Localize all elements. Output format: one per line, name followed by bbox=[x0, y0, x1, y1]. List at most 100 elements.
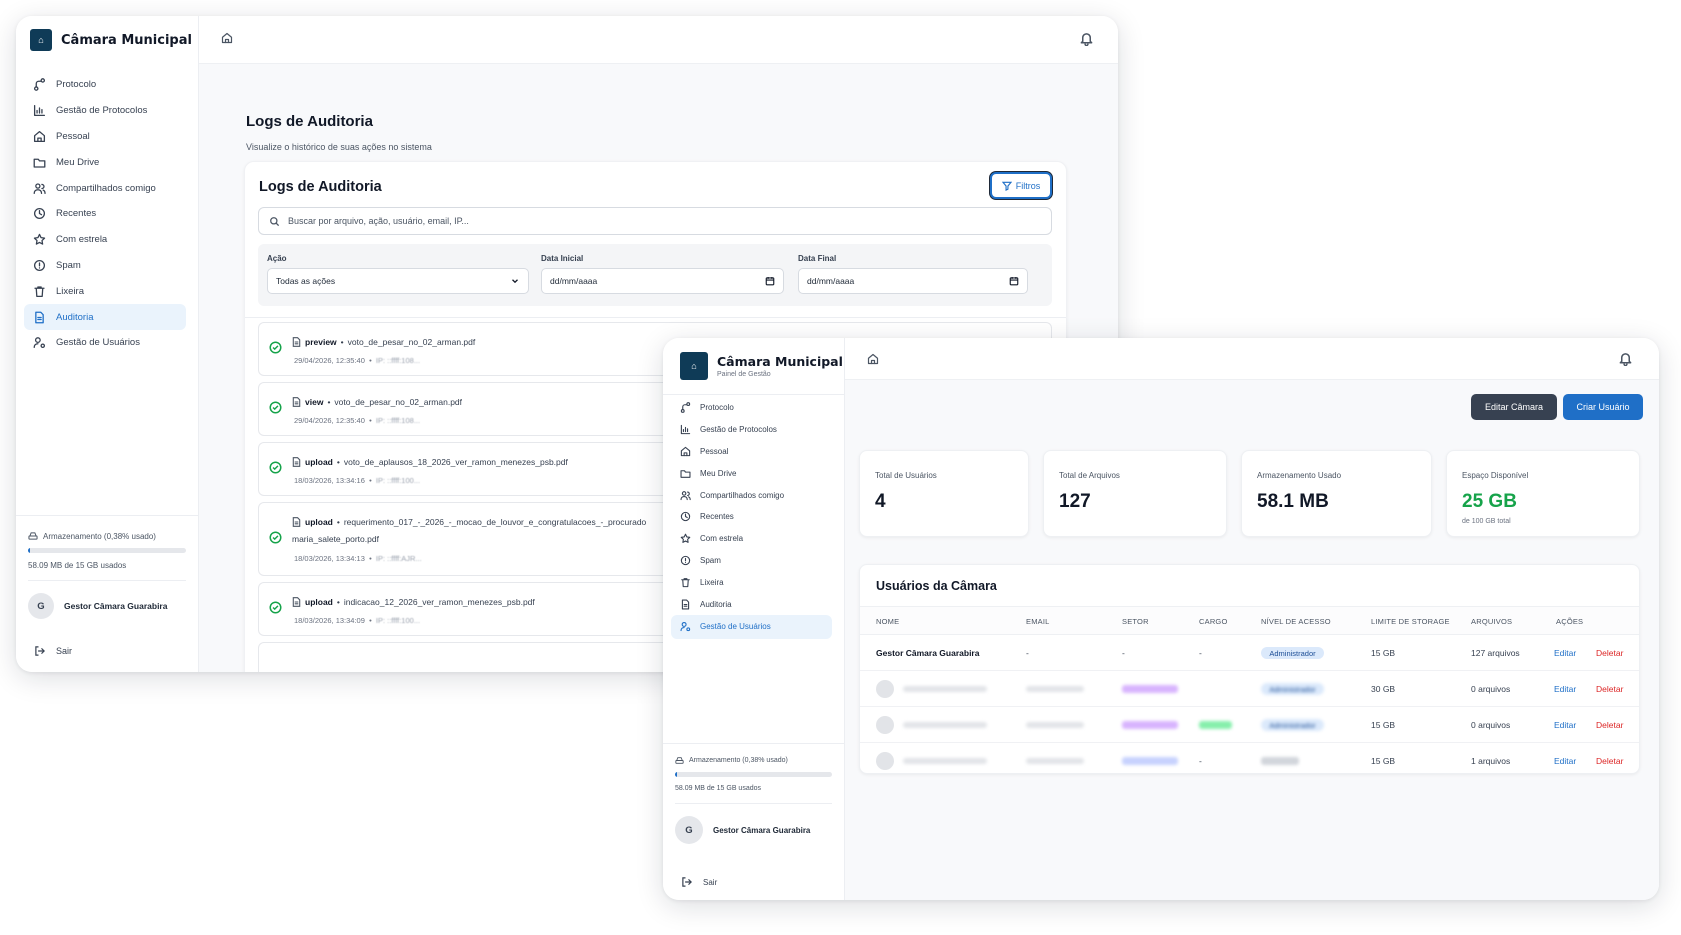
log-file: voto_de_pesar_no_02_arman.pdf bbox=[347, 337, 476, 347]
edit-chamber-button[interactable]: Editar Câmara bbox=[1471, 394, 1557, 420]
user-profile[interactable]: G Gestor Câmara Guarabira bbox=[28, 580, 186, 619]
brand[interactable]: ⌂ Câmara Municipal Painel de Gestão bbox=[680, 352, 843, 380]
brand[interactable]: ⌂ Câmara Municipal bbox=[30, 29, 192, 51]
avatar-placeholder bbox=[876, 716, 894, 734]
table-row[interactable]: Administrador 15 GB 0 arquivos Editar De… bbox=[860, 707, 1639, 743]
user-cog-icon bbox=[680, 622, 691, 632]
table-row[interactable]: Administrador 30 GB 0 arquivos Editar De… bbox=[860, 671, 1639, 707]
sidebar-item-compartilhados[interactable]: Compartilhados comigo bbox=[24, 175, 186, 201]
stat-value: 25 GB bbox=[1462, 491, 1517, 512]
sidebar-item-com-estrela[interactable]: Com estrela bbox=[671, 528, 832, 550]
redacted-email bbox=[1026, 722, 1084, 728]
filters-button[interactable]: Filtros bbox=[990, 172, 1052, 199]
sidebar-item-auditoria[interactable]: Auditoria bbox=[671, 593, 832, 615]
separator-dot: • bbox=[336, 597, 340, 607]
sidebar-item-protocolo[interactable]: Protocolo bbox=[671, 397, 832, 419]
sidebar-item-compartilhados[interactable]: Compartilhados comigo bbox=[671, 484, 832, 506]
sidebar-item-protocolo[interactable]: Protocolo bbox=[24, 72, 186, 98]
star-icon bbox=[33, 233, 46, 245]
bar-chart-icon bbox=[680, 425, 691, 435]
sidebar-divider bbox=[663, 394, 844, 395]
log-date: 18/03/2026, 13:34:16 bbox=[294, 476, 365, 485]
edit-link[interactable]: Editar bbox=[1554, 684, 1576, 694]
home-icon[interactable] bbox=[867, 353, 879, 365]
avatar: G bbox=[28, 593, 54, 619]
storage-label: Armazenamento (0,38% usado) bbox=[28, 531, 186, 541]
sidebar-item-pessoal[interactable]: Pessoal bbox=[24, 124, 186, 150]
end-date-input[interactable]: dd/mm/aaaa bbox=[798, 268, 1028, 294]
sidebar-item-gestao-usuarios[interactable]: Gestão de Usuários bbox=[24, 330, 186, 356]
card-title: Logs de Auditoria bbox=[259, 179, 382, 195]
sidebar-item-gestao-protocolos[interactable]: Gestão de Protocolos bbox=[24, 98, 186, 124]
cell-storage-limit: 15 GB bbox=[1371, 756, 1396, 766]
stat-card-users: Total de Usuários 4 bbox=[859, 450, 1029, 537]
table-row[interactable]: Gestor Câmara Guarabira - - - Administra… bbox=[860, 635, 1639, 671]
create-user-button[interactable]: Criar Usuário bbox=[1563, 394, 1643, 420]
log-action: upload bbox=[305, 457, 333, 467]
logout-button[interactable]: Sair bbox=[681, 876, 717, 888]
brand-subtitle: Painel de Gestão bbox=[717, 371, 771, 378]
sidebar-item-pessoal[interactable]: Pessoal bbox=[671, 441, 832, 463]
sidebar-item-spam[interactable]: Spam bbox=[671, 550, 832, 572]
avatar: G bbox=[675, 816, 703, 844]
route-icon bbox=[680, 402, 691, 414]
log-file: voto_de_pesar_no_02_arman.pdf bbox=[334, 397, 463, 407]
stat-note: de 100 GB total bbox=[1462, 518, 1511, 525]
edit-link[interactable]: Editar bbox=[1554, 648, 1576, 658]
calendar-icon[interactable] bbox=[765, 276, 775, 286]
sidebar-item-meu-drive[interactable]: Meu Drive bbox=[671, 462, 832, 484]
topbar bbox=[845, 338, 1659, 380]
sidebar-item-recentes[interactable]: Recentes bbox=[671, 506, 832, 528]
delete-link[interactable]: Deletar bbox=[1596, 684, 1623, 694]
sidebar-item-com-estrela[interactable]: Com estrela bbox=[24, 227, 186, 253]
separator-dot: • bbox=[340, 337, 344, 347]
filter-icon bbox=[1001, 181, 1012, 191]
bell-icon[interactable] bbox=[1079, 31, 1094, 46]
sidebar-item-lixeira[interactable]: Lixeira bbox=[24, 278, 186, 304]
bell-icon[interactable] bbox=[1618, 351, 1633, 366]
calendar-icon[interactable] bbox=[1009, 276, 1019, 286]
start-date-input[interactable]: dd/mm/aaaa bbox=[541, 268, 784, 294]
sidebar-nav: Protocolo Gestão de Protocolos Pessoal M… bbox=[24, 72, 186, 356]
user-profile[interactable]: G Gestor Câmara Guarabira bbox=[675, 803, 832, 844]
delete-link[interactable]: Deletar bbox=[1596, 756, 1623, 766]
file-text-icon bbox=[681, 599, 690, 610]
delete-link[interactable]: Deletar bbox=[1596, 648, 1623, 658]
sidebar-item-lixeira[interactable]: Lixeira bbox=[671, 571, 832, 593]
sidebar-item-gestao-usuarios[interactable]: Gestão de Usuários bbox=[671, 614, 832, 639]
action-select[interactable]: Todas as ações bbox=[267, 268, 529, 294]
log-meta: 18/03/2026, 13:34:09 • IP: ::ffff:100... bbox=[294, 616, 421, 625]
separator-dot: • bbox=[336, 457, 340, 467]
check-circle-icon bbox=[269, 461, 282, 474]
log-ip: IP: ::ffff:AJR... bbox=[375, 554, 422, 563]
stat-label: Total de Usuários bbox=[875, 471, 937, 480]
edit-link[interactable]: Editar bbox=[1554, 756, 1576, 766]
home-icon[interactable] bbox=[221, 32, 233, 44]
storage-bar-fill bbox=[28, 548, 31, 553]
logout-button[interactable]: Sair bbox=[34, 645, 72, 657]
sidebar-item-meu-drive[interactable]: Meu Drive bbox=[24, 149, 186, 175]
redacted-email bbox=[1026, 758, 1084, 764]
start-date-value: dd/mm/aaaa bbox=[550, 276, 598, 286]
search-input[interactable]: Buscar por arquivo, ação, usuário, email… bbox=[258, 207, 1052, 235]
sidebar-item-gestao-protocolos[interactable]: Gestão de Protocolos bbox=[671, 419, 832, 441]
delete-link[interactable]: Deletar bbox=[1596, 720, 1623, 730]
sidebar-divider bbox=[663, 743, 844, 744]
column-header: LIMITE DE STORAGE bbox=[1371, 617, 1450, 626]
brand-title: Câmara Municipal bbox=[717, 354, 843, 369]
edit-link[interactable]: Editar bbox=[1554, 720, 1576, 730]
stat-card-space-available: Espaço Disponível 25 GB de 100 GB total bbox=[1446, 450, 1640, 537]
table-row[interactable]: - 15 GB 1 arquivos Editar Deletar bbox=[860, 743, 1639, 779]
sidebar-item-auditoria[interactable]: Auditoria bbox=[24, 304, 186, 330]
sidebar-nav: Protocolo Gestão de Protocolos Pessoal M… bbox=[671, 397, 832, 639]
end-date-label: Data Final bbox=[798, 254, 837, 263]
redacted-email bbox=[1026, 686, 1084, 692]
logout-label: Sair bbox=[56, 646, 73, 656]
user-name: Gestor Câmara Guarabira bbox=[64, 601, 168, 611]
sidebar-item-spam[interactable]: Spam bbox=[24, 253, 186, 279]
log-line: view • voto_de_pesar_no_02_arman.pdf bbox=[292, 397, 462, 407]
redacted-setor bbox=[1122, 721, 1178, 729]
sidebar-item-recentes[interactable]: Recentes bbox=[24, 201, 186, 227]
sidebar-item-label: Gestão de Protocolos bbox=[56, 105, 148, 117]
column-header: EMAIL bbox=[1026, 617, 1050, 626]
